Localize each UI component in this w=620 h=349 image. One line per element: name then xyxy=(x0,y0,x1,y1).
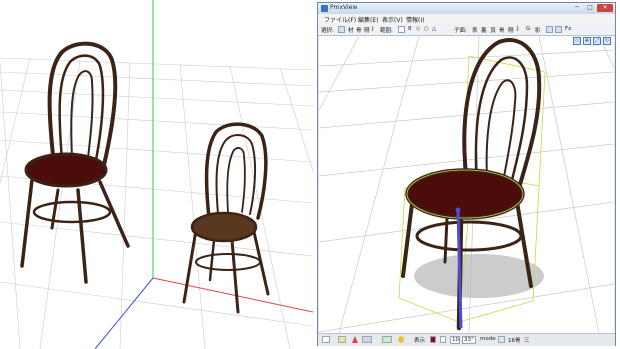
pmx-3d-viewport[interactable]: ▭ ✥ ⤢ ↻ xyxy=(319,36,614,333)
color-swatch-red[interactable] xyxy=(430,336,436,343)
maximize-button[interactable]: □ xyxy=(584,4,596,12)
chair-model-small[interactable] xyxy=(182,122,270,314)
menu-file[interactable]: ファイル(F) xyxy=(324,15,356,24)
select-label: 選択: xyxy=(321,28,334,34)
select-bone[interactable]: 骨 xyxy=(356,26,362,34)
axis-shadow[interactable]: 影 xyxy=(535,26,541,34)
range-label: 範囲: xyxy=(380,28,393,34)
select-joint[interactable]: J xyxy=(372,26,374,32)
range-item-5[interactable]: △ xyxy=(432,26,436,32)
fx-button[interactable]: Fx xyxy=(565,26,571,32)
select-material[interactable]: 材 xyxy=(348,26,354,34)
chair-shadow xyxy=(414,254,544,298)
axis-label: 子面: xyxy=(454,28,467,34)
axis-bone[interactable]: 骨 xyxy=(499,26,505,34)
view-frame-icon[interactable]: ▭ xyxy=(573,37,581,45)
warning-triangle-icon xyxy=(352,336,358,343)
minimize-button[interactable]: ─ xyxy=(571,4,583,12)
main-3d-viewport[interactable] xyxy=(0,0,313,349)
menu-bar: ファイル(F) 編集(E) 表示(V) 情報(I) xyxy=(318,14,615,24)
toolbar: 選択: 材 骨 剛 J 範囲: 8 ◇ ○ △ 子面: 表 裏 頂 骨 剛 J … xyxy=(318,24,615,36)
axis-rigid[interactable]: 剛 xyxy=(508,26,514,34)
status-light-swatch[interactable] xyxy=(338,336,346,343)
view-zoom-icon[interactable]: ⤢ xyxy=(593,37,601,45)
status-checkbox-1[interactable] xyxy=(322,336,330,343)
bone-count-label: 16骨 xyxy=(508,338,521,344)
camera-toggle-button[interactable] xyxy=(546,26,553,33)
range-item-3[interactable]: ◇ xyxy=(416,26,420,32)
select-vertex-button[interactable] xyxy=(338,26,345,33)
z-axis-line xyxy=(94,277,154,349)
bone-joint-handle[interactable] xyxy=(455,207,461,213)
axis-vertex[interactable]: 頂 xyxy=(490,26,496,34)
range-item-4[interactable]: ○ xyxy=(424,26,429,32)
status-checkbox-2[interactable] xyxy=(440,336,446,343)
status-swatch-2[interactable] xyxy=(362,336,372,343)
axis-joint[interactable]: J xyxy=(517,26,519,32)
pmxview-window: PmxView ─ □ ✕ ファイル(F) 編集(E) 表示(V) 情報(I) … xyxy=(317,2,616,346)
axis-g[interactable]: G xyxy=(526,26,530,32)
mode-label: mode xyxy=(480,336,496,342)
mode-dropdown-button[interactable] xyxy=(498,336,505,343)
axis-back[interactable]: 裏 xyxy=(481,26,487,34)
grid-toggle-button[interactable] xyxy=(555,26,562,33)
app-icon xyxy=(321,5,328,12)
angle-value-field[interactable]: 33° xyxy=(462,336,476,344)
camera-value-field[interactable]: 10 xyxy=(450,336,460,344)
title-bar[interactable]: PmxView ─ □ ✕ xyxy=(318,3,615,14)
menu-view[interactable]: 表示(V) xyxy=(382,15,403,24)
view-rotate-icon[interactable]: ↻ xyxy=(603,37,611,45)
axis-front[interactable]: 表 xyxy=(472,26,478,34)
status-swatch-3[interactable] xyxy=(382,336,392,343)
status-dot-icon xyxy=(398,336,404,343)
view-move-icon[interactable]: ✥ xyxy=(583,37,591,45)
texture-label: 表示 xyxy=(414,338,426,344)
close-button[interactable]: ✕ xyxy=(597,4,613,12)
menu-edit[interactable]: 編集(E) xyxy=(358,15,378,24)
window-title: PmxView xyxy=(330,4,358,11)
menu-info[interactable]: 情報(I) xyxy=(406,15,424,24)
pmx-viewport-canvas xyxy=(319,36,614,333)
chair-model-large[interactable] xyxy=(20,41,130,284)
select-rigid[interactable]: 剛 xyxy=(364,26,370,34)
range-rect-button[interactable] xyxy=(398,26,405,33)
equal-label: 三 xyxy=(524,338,530,344)
status-bar: 表示 10 33° mode 16骨 三 xyxy=(318,333,615,346)
range-item-2[interactable]: 8 xyxy=(408,26,412,32)
main-viewport-canvas xyxy=(0,0,313,349)
